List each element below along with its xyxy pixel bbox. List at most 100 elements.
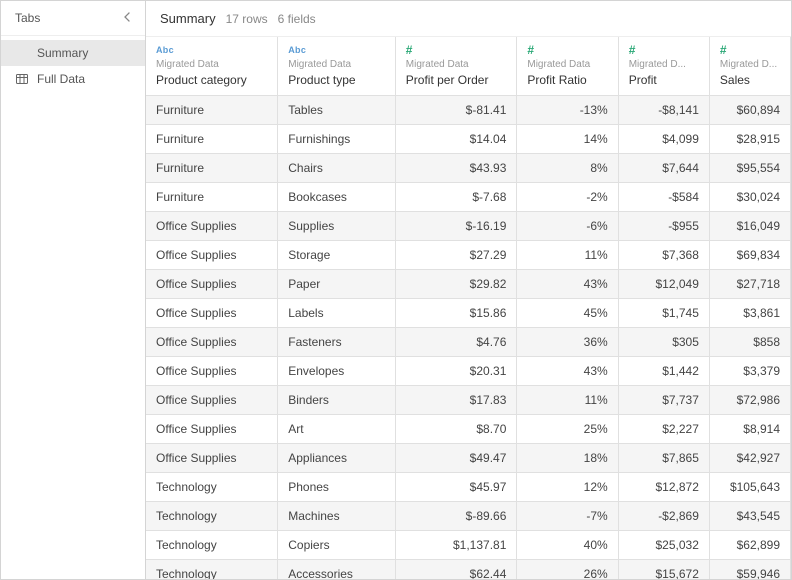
table-cell: $105,643 (709, 473, 790, 502)
table-row[interactable]: FurnitureChairs$43.938%$7,644$95,554 (146, 154, 791, 183)
number-type-icon: # (720, 43, 780, 57)
table-cell: Copiers (278, 531, 396, 560)
table-cell: 26% (517, 560, 618, 580)
row-count: 17 rows (226, 12, 268, 26)
table-cell: $27.29 (395, 241, 517, 270)
table-row[interactable]: Office SuppliesSupplies$-16.19-6%-$955$1… (146, 212, 791, 241)
table-cell: $16,049 (709, 212, 790, 241)
table-row[interactable]: TechnologyMachines$-89.66-7%-$2,869$43,5… (146, 502, 791, 531)
table-cell: Technology (146, 531, 278, 560)
table-cell: Bookcases (278, 183, 396, 212)
table-cell: $59,946 (709, 560, 790, 580)
table-row[interactable]: TechnologyPhones$45.9712%$12,872$105,643 (146, 473, 791, 502)
table-cell: $43,545 (709, 502, 790, 531)
sidebar-item-summary[interactable]: Summary (1, 40, 145, 66)
table-row[interactable]: Office SuppliesFasteners$4.7636%$305$858 (146, 328, 791, 357)
number-type-icon: # (527, 43, 607, 57)
table-cell: Labels (278, 299, 396, 328)
table-cell: $-7.68 (395, 183, 517, 212)
table-cell: -$584 (618, 183, 709, 212)
column-header[interactable]: AbcMigrated DataProduct type (278, 37, 396, 96)
table-cell: $25,032 (618, 531, 709, 560)
table-row[interactable]: FurnitureBookcases$-7.68-2%-$584$30,024 (146, 183, 791, 212)
table-row[interactable]: TechnologyAccessories$62.4426%$15,672$59… (146, 560, 791, 580)
column-header[interactable]: #Migrated D...Profit (618, 37, 709, 96)
table-cell: 25% (517, 415, 618, 444)
table-header-row: AbcMigrated DataProduct categoryAbcMigra… (146, 37, 791, 96)
table-row[interactable]: Office SuppliesAppliances$49.4718%$7,865… (146, 444, 791, 473)
table-row[interactable]: FurnitureFurnishings$14.0414%$4,099$28,9… (146, 125, 791, 154)
table-cell: $4,099 (618, 125, 709, 154)
column-name: Profit per Order (406, 73, 507, 87)
column-name: Profit (629, 73, 699, 87)
table-cell: $60,894 (709, 96, 790, 125)
table-header: AbcMigrated DataProduct categoryAbcMigra… (146, 37, 791, 96)
table-cell: $7,368 (618, 241, 709, 270)
table-cell: Envelopes (278, 357, 396, 386)
table-row[interactable]: TechnologyCopiers$1,137.8140%$25,032$62,… (146, 531, 791, 560)
table-cell: $-89.66 (395, 502, 517, 531)
table-cell: $7,865 (618, 444, 709, 473)
column-source: Migrated Data (288, 59, 385, 70)
table-row[interactable]: Office SuppliesLabels$15.8645%$1,745$3,8… (146, 299, 791, 328)
column-header[interactable]: # Migrated D... Sales (709, 37, 790, 96)
table-cell: Furniture (146, 183, 278, 212)
sidebar-item-label: Full Data (37, 72, 85, 86)
main: Summary 17 rows 6 fields AbcMigrated Dat… (146, 1, 791, 579)
table-cell: -7% (517, 502, 618, 531)
table-cell: Technology (146, 473, 278, 502)
table-cell: Paper (278, 270, 396, 299)
table-cell: 40% (517, 531, 618, 560)
table-cell: Tables (278, 96, 396, 125)
table-cell: $-16.19 (395, 212, 517, 241)
table-cell: -2% (517, 183, 618, 212)
table-cell: Office Supplies (146, 386, 278, 415)
table-cell: Office Supplies (146, 415, 278, 444)
table-cell: $29.82 (395, 270, 517, 299)
table-cell: 14% (517, 125, 618, 154)
column-name: Product category (156, 73, 267, 87)
column-name: Profit Ratio (527, 73, 607, 87)
blank-icon (15, 46, 29, 60)
table-cell: Art (278, 415, 396, 444)
table-cell: $15.86 (395, 299, 517, 328)
table-cell: 43% (517, 270, 618, 299)
column-name: Sales (720, 73, 780, 87)
sidebar-header: Tabs (1, 1, 145, 36)
table-cell: 43% (517, 357, 618, 386)
text-type-icon: Abc (288, 43, 385, 57)
table-cell: Office Supplies (146, 328, 278, 357)
column-source: Migrated D... (720, 59, 780, 70)
sidebar: Tabs Summary Full Data (1, 1, 146, 579)
column-source: Migrated Data (156, 59, 267, 70)
table-cell: $3,861 (709, 299, 790, 328)
data-table-wrapper[interactable]: AbcMigrated DataProduct categoryAbcMigra… (146, 37, 791, 579)
table-cell: Furniture (146, 154, 278, 183)
table-cell: $62,899 (709, 531, 790, 560)
sidebar-item-full-data[interactable]: Full Data (1, 66, 145, 92)
table-cell: Phones (278, 473, 396, 502)
table-body: FurnitureTables$-81.41-13%-$8,141$60,894… (146, 96, 791, 580)
data-table: AbcMigrated DataProduct categoryAbcMigra… (146, 37, 791, 579)
table-cell: $12,049 (618, 270, 709, 299)
table-cell: Technology (146, 560, 278, 580)
table-row[interactable]: Office SuppliesEnvelopes$20.3143%$1,442$… (146, 357, 791, 386)
column-header[interactable]: #Migrated DataProfit per Order (395, 37, 517, 96)
table-cell: $12,872 (618, 473, 709, 502)
table-row[interactable]: Office SuppliesPaper$29.8243%$12,049$27,… (146, 270, 791, 299)
page-title: Summary (160, 11, 216, 26)
table-row[interactable]: FurnitureTables$-81.41-13%-$8,141$60,894 (146, 96, 791, 125)
table-cell: Binders (278, 386, 396, 415)
table-cell: $8.70 (395, 415, 517, 444)
collapse-sidebar-button[interactable] (121, 11, 133, 25)
table-icon (15, 72, 29, 86)
table-cell: $1,745 (618, 299, 709, 328)
table-row[interactable]: Office SuppliesStorage$27.2911%$7,368$69… (146, 241, 791, 270)
table-row[interactable]: Office SuppliesArt$8.7025%$2,227$8,914 (146, 415, 791, 444)
table-row[interactable]: Office SuppliesBinders$17.8311%$7,737$72… (146, 386, 791, 415)
table-cell: $27,718 (709, 270, 790, 299)
table-cell: Chairs (278, 154, 396, 183)
column-header[interactable]: AbcMigrated DataProduct category (146, 37, 278, 96)
column-header[interactable]: #Migrated DataProfit Ratio (517, 37, 618, 96)
table-cell: $7,737 (618, 386, 709, 415)
